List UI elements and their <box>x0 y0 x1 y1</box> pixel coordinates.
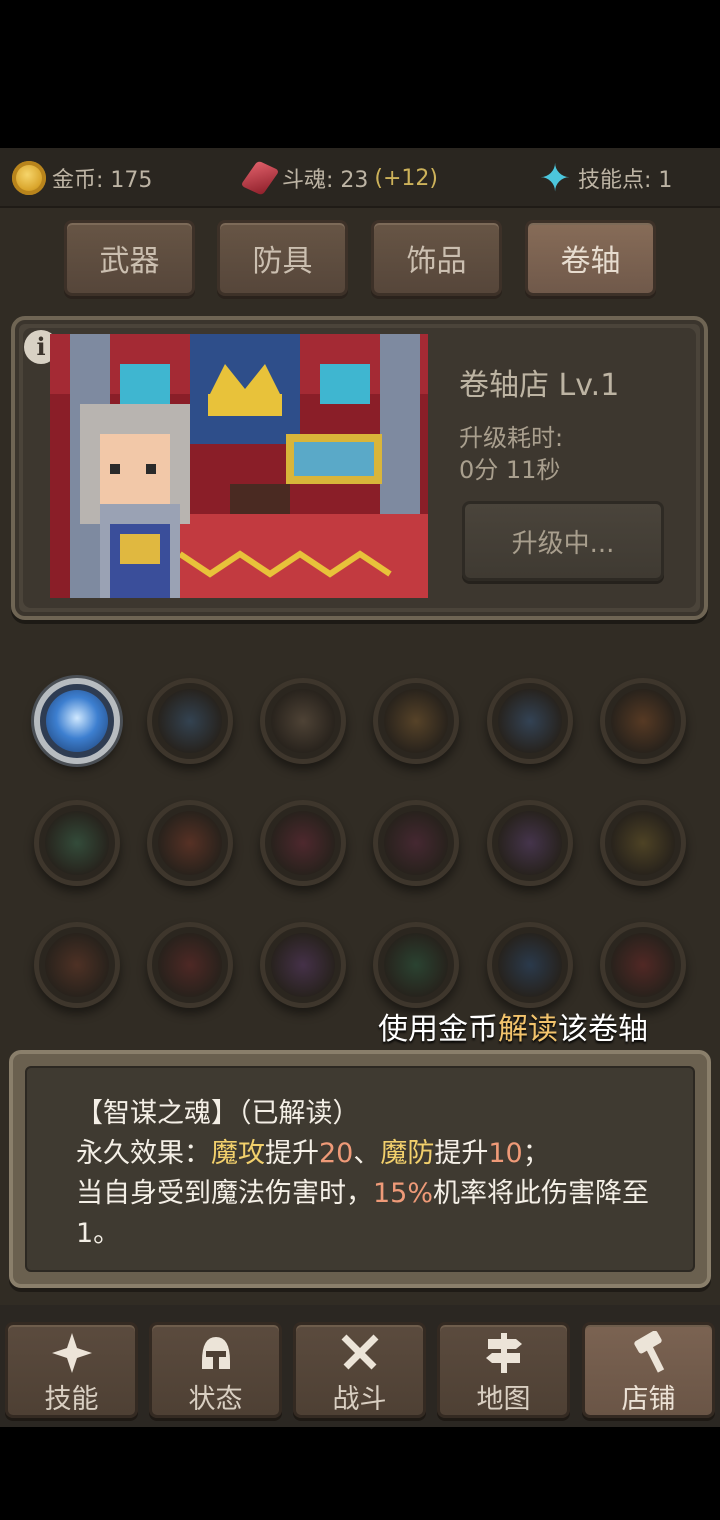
dark-dragon-icon <box>271 811 335 875</box>
nav-battle[interactable]: 战斗 <box>293 1322 426 1418</box>
skill-points-label: 技能点: 1 <box>578 168 673 193</box>
heart-icon <box>384 933 448 997</box>
upgrade-time-label: 升级耗时: <box>459 424 564 452</box>
nav-label: 地图 <box>476 1384 531 1415</box>
scroll-slot[interactable] <box>487 922 573 1008</box>
soul-bonus: (+12) <box>374 165 438 191</box>
crossed-swords-icon <box>341 1334 378 1370</box>
shield-wheel-icon <box>271 689 335 753</box>
scroll-slot[interactable] <box>34 800 120 886</box>
scroll-slot[interactable] <box>600 678 686 764</box>
effect-text: 提升 <box>265 1138 319 1169</box>
scroll-slot[interactable] <box>487 678 573 764</box>
effect-text: 提升 <box>434 1138 489 1169</box>
flame-burst-icon <box>611 689 675 753</box>
scroll-slot[interactable] <box>260 800 346 886</box>
effect-line: 当自身受到魔法伤害时，15%机率将此伤害降至1。 <box>76 1174 676 1254</box>
demon-mask-icon <box>384 811 448 875</box>
web-net-icon <box>271 933 335 997</box>
red-rune-icon <box>611 933 675 997</box>
nav-label: 技能 <box>44 1384 99 1415</box>
axe-blade-icon <box>45 933 109 997</box>
shop-keeper-illustration <box>50 334 428 598</box>
tab-scrolls[interactable]: 卷轴 <box>525 220 656 296</box>
hint-text: 该卷轴 <box>558 1012 648 1047</box>
nav-skills[interactable]: 技能 <box>5 1322 138 1418</box>
effect-text: 、 <box>353 1138 381 1169</box>
tab-weapons[interactable]: 武器 <box>64 220 195 296</box>
stat-value: 10 <box>488 1138 523 1169</box>
frost-crystal-icon <box>46 690 108 752</box>
nav-label: 店铺 <box>621 1384 676 1415</box>
shop-title: 卷轴店 Lv.1 <box>459 368 620 403</box>
scroll-slot[interactable] <box>373 922 459 1008</box>
gold-coin-icon <box>12 161 46 195</box>
tab-label: 饰品 <box>406 244 467 279</box>
effect-text: 当自身受到魔法伤害时， <box>76 1178 373 1209</box>
scroll-slot[interactable] <box>260 922 346 1008</box>
effect-text: ； <box>522 1138 550 1169</box>
scroll-slot[interactable] <box>34 678 120 764</box>
soul-counter: 斗魂: 23 (+12) <box>240 160 438 196</box>
nav-map[interactable]: 地图 <box>437 1322 570 1418</box>
lava-crack-icon <box>158 811 222 875</box>
scroll-slot[interactable] <box>373 800 459 886</box>
poison-flask-icon <box>611 811 675 875</box>
tab-armor[interactable]: 防具 <box>217 220 348 296</box>
resource-bar: 金币: 175 斗魂: 23 (+12) ✦ 技能点: 1 <box>0 148 720 208</box>
scroll-slot[interactable] <box>373 678 459 764</box>
nav-label: 战斗 <box>332 1384 387 1415</box>
gold-counter: 金币: 175 <box>12 160 152 196</box>
chance-value: 15% <box>373 1178 434 1209</box>
purple-shards-icon <box>498 811 562 875</box>
scroll-slot[interactable] <box>260 678 346 764</box>
hint-highlight: 解读 <box>498 1012 558 1047</box>
nav-status[interactable]: 状态 <box>149 1322 282 1418</box>
sparkle-icon <box>51 1333 92 1373</box>
spiral-icon <box>158 933 222 997</box>
hint-text: 使用金币 <box>378 1012 498 1047</box>
upgrade-button[interactable]: 升级中... <box>462 501 664 581</box>
fire-beast-icon <box>384 689 448 753</box>
ice-tree-icon <box>498 689 562 753</box>
gold-label: 金币: 175 <box>52 168 153 193</box>
nav-shop[interactable]: 店铺 <box>582 1322 715 1418</box>
scroll-slot[interactable] <box>147 678 233 764</box>
tab-label: 防具 <box>252 244 313 279</box>
tab-label: 武器 <box>99 244 160 279</box>
skill-star-icon: ✦ <box>539 156 571 200</box>
scroll-slot[interactable] <box>147 922 233 1008</box>
tab-label: 卷轴 <box>560 244 621 279</box>
tab-accessories[interactable]: 饰品 <box>371 220 502 296</box>
upgrade-button-label: 升级中... <box>511 528 615 559</box>
signpost-icon <box>485 1333 522 1373</box>
scroll-slot[interactable] <box>34 922 120 1008</box>
scroll-description: 【智谋之魂】（已解读） 永久效果：魔攻提升20、魔防提升10； 当自身受到魔法伤… <box>76 1094 676 1254</box>
stat-value: 20 <box>319 1138 354 1169</box>
effect-prefix: 永久效果： <box>76 1138 211 1169</box>
helmet-icon <box>201 1337 230 1369</box>
hammer-icon <box>633 1331 664 1373</box>
soul-gem-icon <box>240 160 280 196</box>
skill-points-counter: ✦ 技能点: 1 <box>538 156 673 200</box>
scroll-slot[interactable] <box>487 800 573 886</box>
shatter-icon <box>158 689 222 753</box>
blue-spider-icon <box>498 933 562 997</box>
nav-label: 状态 <box>188 1384 243 1415</box>
scroll-title: 【智谋之魂】（已解读） <box>76 1098 360 1129</box>
effect-line: 永久效果：魔攻提升20、魔防提升10； <box>76 1134 676 1174</box>
soul-label: 斗魂: 23 <box>282 168 369 193</box>
scroll-slot[interactable] <box>147 800 233 886</box>
stat-magic-defense: 魔防 <box>380 1138 435 1169</box>
green-orb-icon <box>45 811 109 875</box>
upgrade-time-value: 0分 11秒 <box>459 456 561 484</box>
decode-hint: 使用金币解读该卷轴 <box>378 1004 648 1048</box>
scroll-slot[interactable] <box>600 922 686 1008</box>
scroll-slot[interactable] <box>600 800 686 886</box>
stat-magic-attack: 魔攻 <box>211 1138 265 1169</box>
